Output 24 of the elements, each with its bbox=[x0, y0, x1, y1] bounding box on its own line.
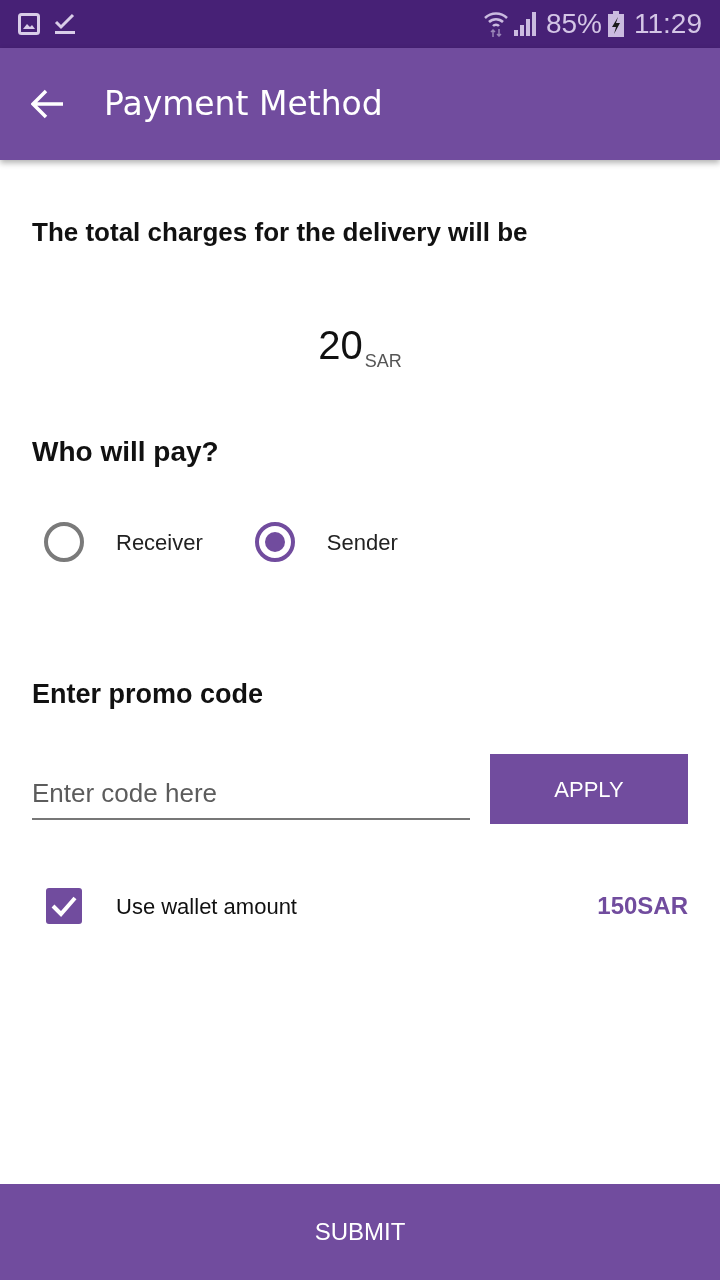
submit-button[interactable]: SUBMIT bbox=[0, 1184, 720, 1280]
charge-amount: 20 bbox=[318, 322, 363, 369]
battery-charging-icon bbox=[608, 11, 624, 37]
apply-button[interactable]: APPLY bbox=[490, 754, 688, 824]
radio-button[interactable] bbox=[254, 522, 295, 562]
wallet-checkbox[interactable] bbox=[46, 888, 82, 924]
wifi-icon bbox=[483, 11, 508, 37]
currency-label: SAR bbox=[364, 351, 402, 371]
wallet-amount: 150SAR bbox=[597, 891, 688, 921]
clock-time: 11:29 bbox=[634, 10, 702, 38]
radio-label[interactable]: Receiver bbox=[116, 525, 203, 559]
charges-heading: The total charges for the delivery will be bbox=[32, 216, 529, 249]
image-icon bbox=[18, 13, 40, 35]
wallet-label: Use wallet amount bbox=[116, 892, 297, 921]
promo-heading: Enter promo code bbox=[32, 678, 265, 711]
back-arrow-icon[interactable] bbox=[30, 88, 66, 120]
battery-percentage: 85% bbox=[545, 10, 602, 38]
page-title: Payment Method bbox=[104, 83, 383, 126]
signal-icon bbox=[513, 12, 538, 36]
radio-label[interactable]: Sender bbox=[326, 525, 398, 559]
radio-button[interactable] bbox=[44, 522, 84, 562]
promo-code-field[interactable]: Enter code here bbox=[32, 758, 470, 820]
payer-heading: Who will pay? bbox=[32, 435, 220, 469]
checkmark-icon bbox=[54, 13, 76, 35]
